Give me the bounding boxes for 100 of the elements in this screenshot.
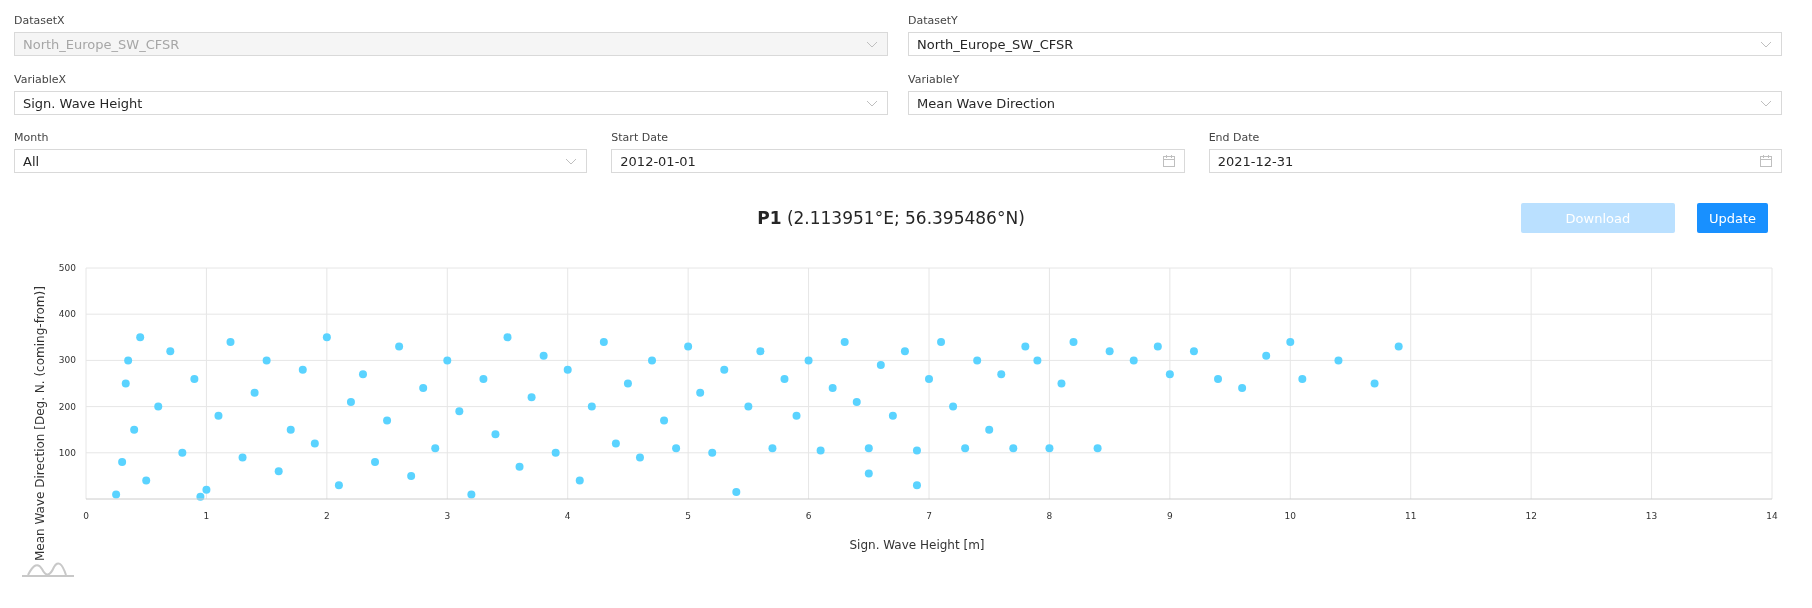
x-tick-label: 6 (805, 511, 812, 521)
y-tick-label: 100 (58, 447, 76, 458)
x-tick-label: 2 (324, 511, 330, 521)
dropdown[interactable]: Mean Wave Direction (908, 91, 1782, 115)
data-point (202, 485, 211, 494)
data-point (708, 448, 717, 457)
x-tick-label: 13 (1645, 511, 1658, 521)
data-point (575, 476, 584, 485)
data-point (900, 347, 909, 356)
field-label: DatasetX (14, 14, 66, 27)
data-point (912, 446, 921, 455)
data-point (660, 416, 669, 425)
data-point (635, 453, 644, 462)
data-point (226, 337, 235, 346)
data-point (997, 370, 1006, 379)
x-tick-label: 5 (685, 511, 691, 521)
date-picker[interactable]: 2021-12-31 (1208, 149, 1782, 173)
data-point (443, 356, 452, 365)
data-point (298, 365, 307, 374)
data-point (286, 425, 295, 434)
data-point (1262, 351, 1271, 360)
data-point (828, 384, 837, 393)
data-point (1045, 444, 1054, 453)
data-point (419, 384, 428, 393)
data-point (1189, 347, 1198, 356)
data-point (310, 439, 319, 448)
data-point (1009, 444, 1018, 453)
data-point (623, 379, 632, 388)
data-point (888, 411, 897, 420)
x-tick-label: 0 (83, 511, 89, 521)
field-label: Month (14, 131, 50, 144)
x-tick-label: 9 (1167, 511, 1173, 521)
data-point (937, 337, 946, 346)
x-axis-title: Sign. Wave Height [m] (849, 538, 985, 552)
data-point (154, 402, 163, 411)
dropdown[interactable]: All (14, 149, 588, 173)
y-tick-label: 200 (58, 401, 76, 412)
dropdown[interactable]: North_Europe_SW_CFSR (908, 32, 1782, 56)
data-point (973, 356, 982, 365)
data-point (1214, 374, 1223, 383)
data-point (792, 411, 801, 420)
calendar-icon (1161, 154, 1176, 168)
data-point (214, 411, 223, 420)
data-point (756, 347, 765, 356)
data-point (1298, 374, 1307, 383)
data-point (925, 374, 933, 383)
date-picker[interactable]: 2012-01-01 (611, 149, 1185, 173)
data-point (780, 374, 789, 383)
chart-title: P1 (2.113951°E; 56.395486°N) (757, 208, 1025, 228)
data-point (467, 490, 476, 499)
field-label: Start Date (611, 131, 669, 144)
data-point (491, 430, 500, 439)
y-axis-title: Mean Wave Direction [Deg. N. (coming-from)] (33, 286, 47, 561)
data-point (196, 492, 205, 501)
data-point (732, 488, 741, 497)
y-tick-label: 500 (58, 263, 76, 273)
field-label: VariableX (14, 73, 68, 86)
data-point (876, 361, 885, 369)
data-point (1057, 379, 1066, 388)
data-point (118, 458, 127, 467)
data-point (949, 402, 958, 411)
hills-logo-icon (21, 562, 75, 577)
data-point (1129, 356, 1138, 365)
data-point (142, 476, 151, 485)
data-point (334, 481, 343, 490)
data-point (768, 444, 777, 453)
data-point (912, 481, 921, 490)
data-point (124, 356, 133, 365)
x-tick-label: 12 (1525, 511, 1537, 521)
data-point (112, 490, 121, 499)
x-tick-label: 3 (444, 511, 451, 521)
field-label: End Date (1208, 131, 1261, 144)
data-point (864, 469, 873, 478)
data-point (395, 342, 404, 351)
data-point (816, 446, 825, 455)
data-point (804, 356, 813, 365)
data-point (407, 471, 416, 480)
data-point (371, 458, 380, 467)
x-tick-label: 14 (1766, 511, 1778, 521)
data-point (864, 444, 873, 453)
data-point (539, 351, 548, 360)
dropdown[interactable]: Sign. Wave Height (14, 91, 888, 115)
y-tick-label: 300 (58, 355, 76, 366)
data-point (852, 398, 861, 406)
data-point (1021, 342, 1030, 351)
data-point (383, 416, 392, 425)
data-point (121, 379, 130, 388)
data-point (322, 333, 331, 342)
data-point (1153, 342, 1162, 351)
y-tick-label: 400 (58, 309, 76, 320)
data-point (178, 448, 187, 457)
data-point (1105, 347, 1114, 356)
data-point (166, 347, 175, 356)
data-point (455, 407, 464, 416)
data-point (359, 370, 367, 379)
data-point (250, 388, 259, 397)
data-point (648, 356, 656, 365)
data-point (479, 374, 488, 383)
data-point (1286, 337, 1295, 346)
data-point (696, 388, 705, 397)
